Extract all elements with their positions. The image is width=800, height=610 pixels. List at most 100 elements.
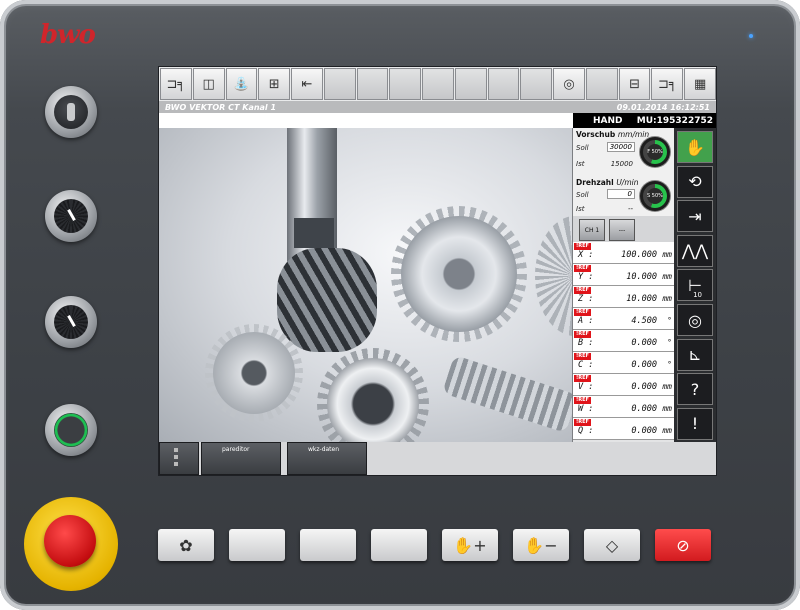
axis-value: 0.000 [631,426,657,436]
coolant-tap-icon: ⛲ [233,76,250,92]
cycle-icon: ⟲ [688,172,702,192]
spindle-soll-label: Soll [576,191,589,199]
toolbar-button-6[interactable] [356,68,389,100]
hardware-key-blank[interactable] [300,529,356,561]
hand-mode-icon: ✋ [685,137,705,157]
dial-pointer-icon [67,315,76,328]
ref-badge: !REF [574,397,591,404]
toolbar-button-14[interactable]: ⊟ [618,68,651,100]
hardware-key-hand-minus[interactable]: ✋− [513,529,569,561]
spindle-soll-value[interactable]: 0 [607,189,635,199]
zigzag-icon: ⋀⋀ [681,241,709,261]
axis-unit: mm [662,272,672,281]
side-button-cycle[interactable]: ⟲ [677,165,713,198]
status-led [749,34,753,38]
feed-ist-value: 15000 [610,160,633,168]
spindle-unit: U/min [616,178,639,187]
axis-unit: ° [667,316,672,325]
channel-more-button[interactable]: --- [609,219,635,241]
jog-to-stop-icon: ⇥ [688,206,702,226]
key-switch[interactable] [45,86,97,138]
status-bar: BWO VEKTOR CT Kanal 1 09.01.2014 16:12:5… [159,101,716,113]
feed-heading: Vorschub [576,130,616,139]
toolbar-button-5[interactable] [323,68,356,100]
keyboard-icon: ▦ [693,76,707,92]
increment-label: 10 [693,291,702,300]
menu-dots-icon [174,448,178,469]
ref-badge: !REF [574,375,591,382]
side-button-reference-point[interactable]: ⊾ [677,338,713,371]
spindle-ist-value: -- [627,205,633,213]
toolbar-button-12[interactable]: ◎ [553,68,585,100]
toolbar-button-11[interactable] [520,68,553,100]
axis-name: W : [578,404,594,414]
axis-name: Q : [578,426,594,436]
toolbar-button-15[interactable]: ⊐╕ [651,68,684,100]
softkey-menu[interactable] [159,442,199,475]
hardware-key-blank[interactable] [371,529,427,561]
hmi-screen: ⊐╕ ◫ ⛲ ⊞ ⇤ ◎ ⊟ ⊐╕ ▦ BWO VEKTOR CT Kanal 1 09.01.… [158,66,717,476]
cycle-stop-icon: ⊘ [676,535,690,555]
softkey-wkz-daten[interactable]: wkz-daten [287,442,367,475]
side-button-jog-to-stop[interactable]: ⇥ [677,200,713,233]
tool-circle-icon: ◎ [688,310,702,330]
toolbar-button-7[interactable] [389,68,422,100]
emergency-stop-cap[interactable] [44,515,96,567]
axis-row: !REF A : 4.500 ° [573,308,675,330]
spindle-override-gauge: S 50% [640,181,670,211]
machine-unit-id: MU:195322752 [636,115,713,126]
axis-row: !REF W : 0.000 mm [573,396,675,418]
axis-value: 4.500 [631,316,657,326]
side-button-hand-mode[interactable]: ✋ [677,131,713,163]
toolbar-button-3[interactable]: ⊞ [258,68,291,100]
softkey-label: wkz-daten [308,446,340,453]
toolbar-button-0[interactable]: ⊐╕ [160,68,192,100]
toolbar-button-1[interactable]: ◫ [192,68,225,100]
toolbar-button-4[interactable]: ⇤ [291,68,323,100]
axis-name: Y : [578,272,594,282]
axis-unit: mm [662,250,672,259]
side-button-zigzag[interactable]: ⋀⋀ [677,234,713,267]
axis-zero-2-icon: ⊐╕ [658,76,677,92]
toolbar-button-8[interactable] [422,68,454,100]
toolbar-button-2[interactable]: ⛲ [225,68,258,100]
illuminated-push-button[interactable] [45,404,97,456]
axis-unit: mm [662,404,672,413]
channel-button[interactable]: CH 1 [579,219,605,241]
axis-row: !REF X : 100.000 mm [573,242,675,264]
side-button-increment[interactable]: ⊢ 10 [677,269,713,302]
spindle-heading: Drehzahl [576,178,614,187]
side-button-alarm[interactable]: ! [677,407,713,440]
axis-name: B : [578,338,594,348]
feed-soll-value[interactable]: 30000 [607,142,635,152]
hardware-key-fan[interactable]: ✿ [158,529,214,561]
feed-soll-label: Soll [576,144,589,152]
spindle-icon: ⊞ [268,76,280,92]
axis-value: 10.000 [626,294,657,304]
hardware-key-hand-plus[interactable]: ✋+ [442,529,498,561]
side-button-tool-circle[interactable]: ◎ [677,304,713,336]
hardware-key-cycle-start[interactable]: ◇ [584,529,640,561]
emergency-stop-button[interactable] [24,497,118,591]
toolbar-button-13[interactable] [585,68,618,100]
softkey-pareditor[interactable]: pareditor [201,442,281,475]
side-button-help[interactable]: ? [677,373,713,406]
feed-ist-label: Ist [576,160,585,168]
machine-title: BWO VEKTOR CT Kanal 1 [165,102,277,112]
hardware-key-cycle-stop[interactable]: ⊘ [655,529,711,561]
toolbar-button-10[interactable] [487,68,520,100]
ref-badge: !REF [574,265,591,272]
toolbar-button-9[interactable] [454,68,487,100]
ref-badge: !REF [574,353,591,360]
axis-name: Z : [578,294,594,304]
feed-override-dial[interactable] [45,190,97,242]
spindle-override-dial[interactable] [45,296,97,348]
reference-point-icon: ⊾ [688,345,702,365]
hand-minus-icon: ✋− [524,535,558,555]
toolbar-button-16[interactable]: ▦ [684,68,717,100]
feed-gauge-label: F 50% [647,144,663,160]
hardware-key-blank[interactable] [229,529,285,561]
spindle-clamp-icon: ⊟ [629,76,641,92]
axis-value: 0.000 [631,382,657,392]
softkey-label: pareditor [222,446,250,453]
